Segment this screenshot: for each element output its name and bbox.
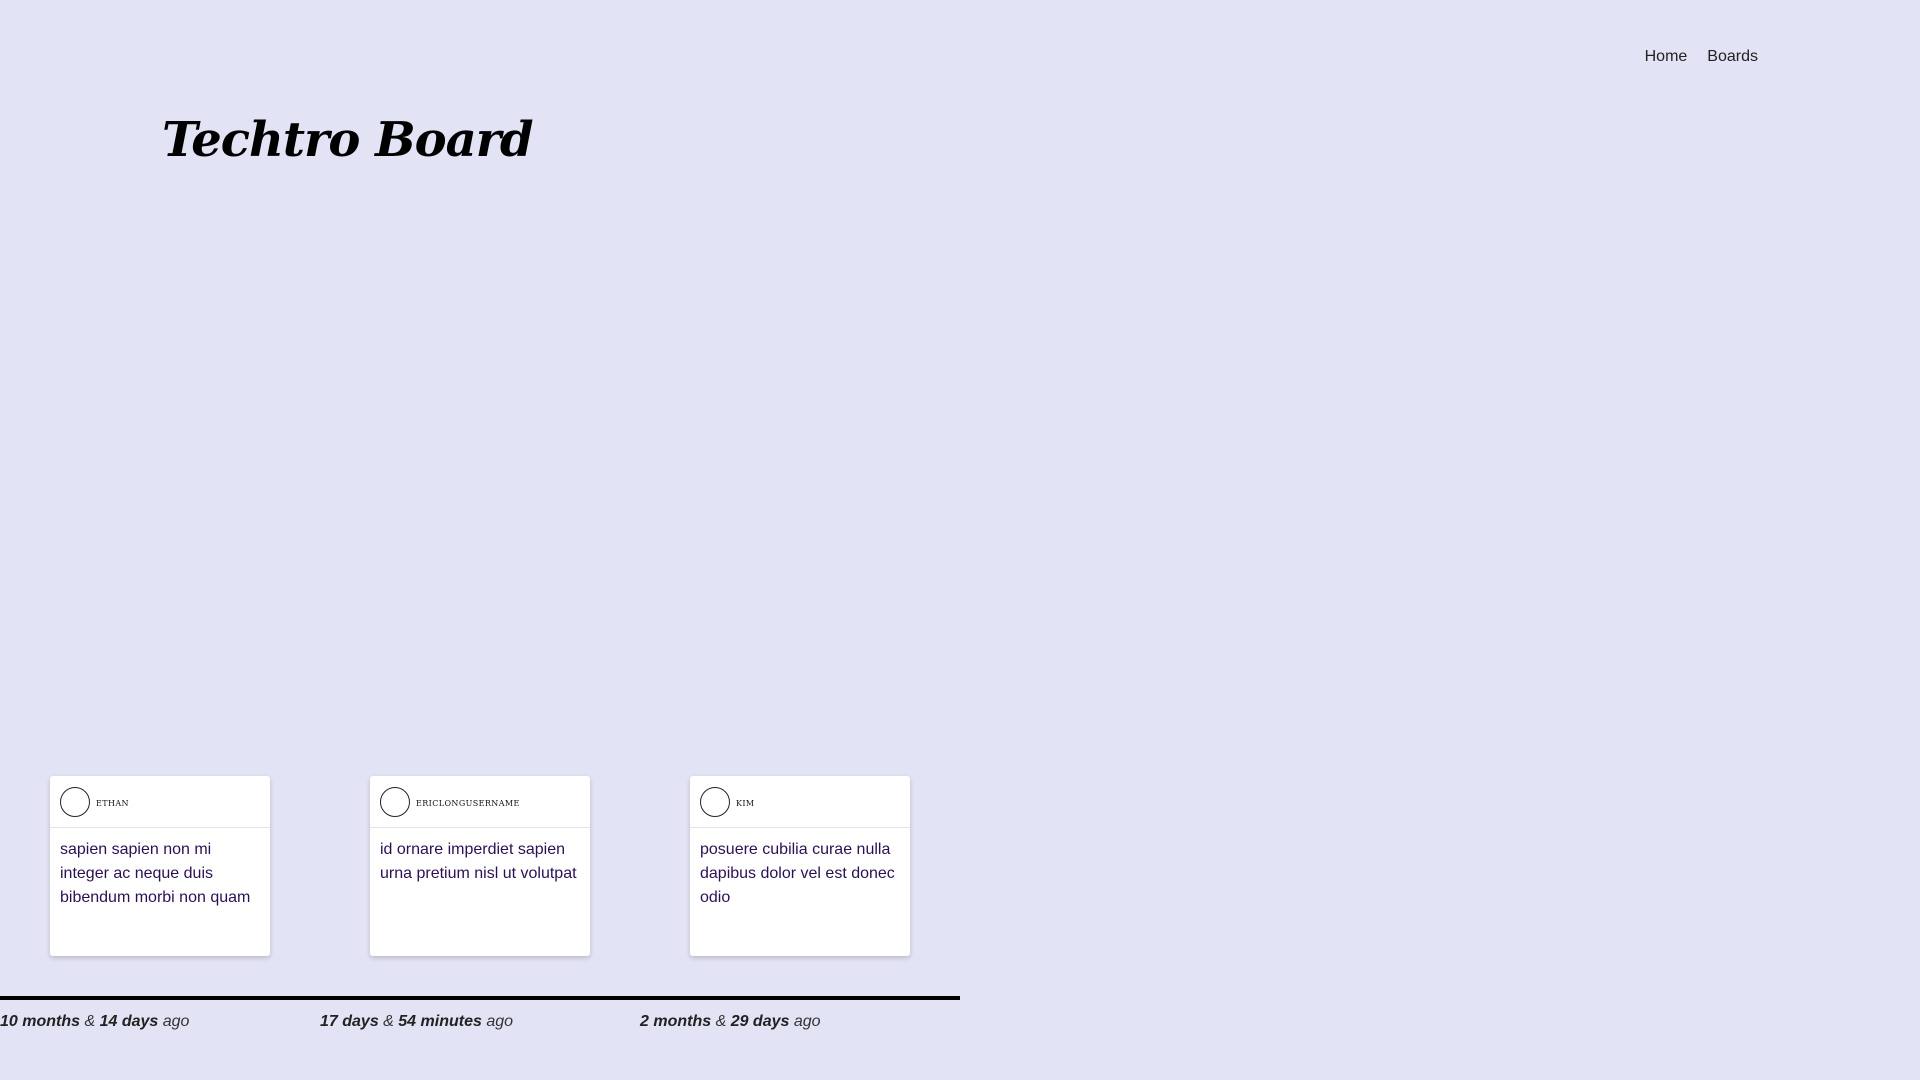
time-suffix: ago [158,1013,190,1030]
post-username: KIM [736,794,755,809]
timeline-line [0,996,960,1000]
post-card-header: ETHAN [50,776,270,828]
top-nav: Home Boards [1645,48,1758,66]
post-timestamp: 10 months & 14 days ago [0,1013,189,1031]
time-second: 29 days [730,1013,790,1030]
post-timestamp: 2 months & 29 days ago [640,1013,821,1031]
avatar [380,786,410,817]
nav-link-boards[interactable]: Boards [1707,48,1758,66]
post-text: posuere cubilia curae nulla dapibus dolo… [700,841,895,906]
site-logo: Techtro Board [162,112,534,168]
post-card-header: KIM [690,776,910,828]
board-timeline: ETHAN sapien sapien non mi integer ac ne… [0,776,960,1080]
time-separator: & [80,1013,100,1030]
post-username: ERICLONGUSERNAME [416,794,520,809]
avatar [60,786,90,817]
post-card[interactable]: KIM posuere cubilia curae nulla dapibus … [690,776,910,956]
time-second: 54 minutes [398,1013,482,1030]
time-suffix: ago [789,1013,821,1030]
post-card[interactable]: ETHAN sapien sapien non mi integer ac ne… [50,776,270,956]
post-timestamp: 17 days & 54 minutes ago [320,1013,513,1031]
time-separator: & [378,1013,399,1030]
time-second: 14 days [99,1013,159,1030]
avatar [700,786,730,817]
post-text: sapien sapien non mi integer ac neque du… [60,841,251,906]
nav-link-home[interactable]: Home [1645,48,1688,66]
post-username: ETHAN [96,794,129,809]
time-first: 2 months [640,1013,712,1030]
post-card[interactable]: ERICLONGUSERNAME id ornare imperdiet sap… [370,776,590,956]
time-first: 17 days [320,1013,379,1030]
post-text: id ornare imperdiet sapien urna pretium … [380,841,577,882]
post-card-header: ERICLONGUSERNAME [370,776,590,828]
time-first: 10 months [0,1013,81,1030]
time-separator: & [711,1013,731,1030]
time-suffix: ago [481,1013,514,1030]
